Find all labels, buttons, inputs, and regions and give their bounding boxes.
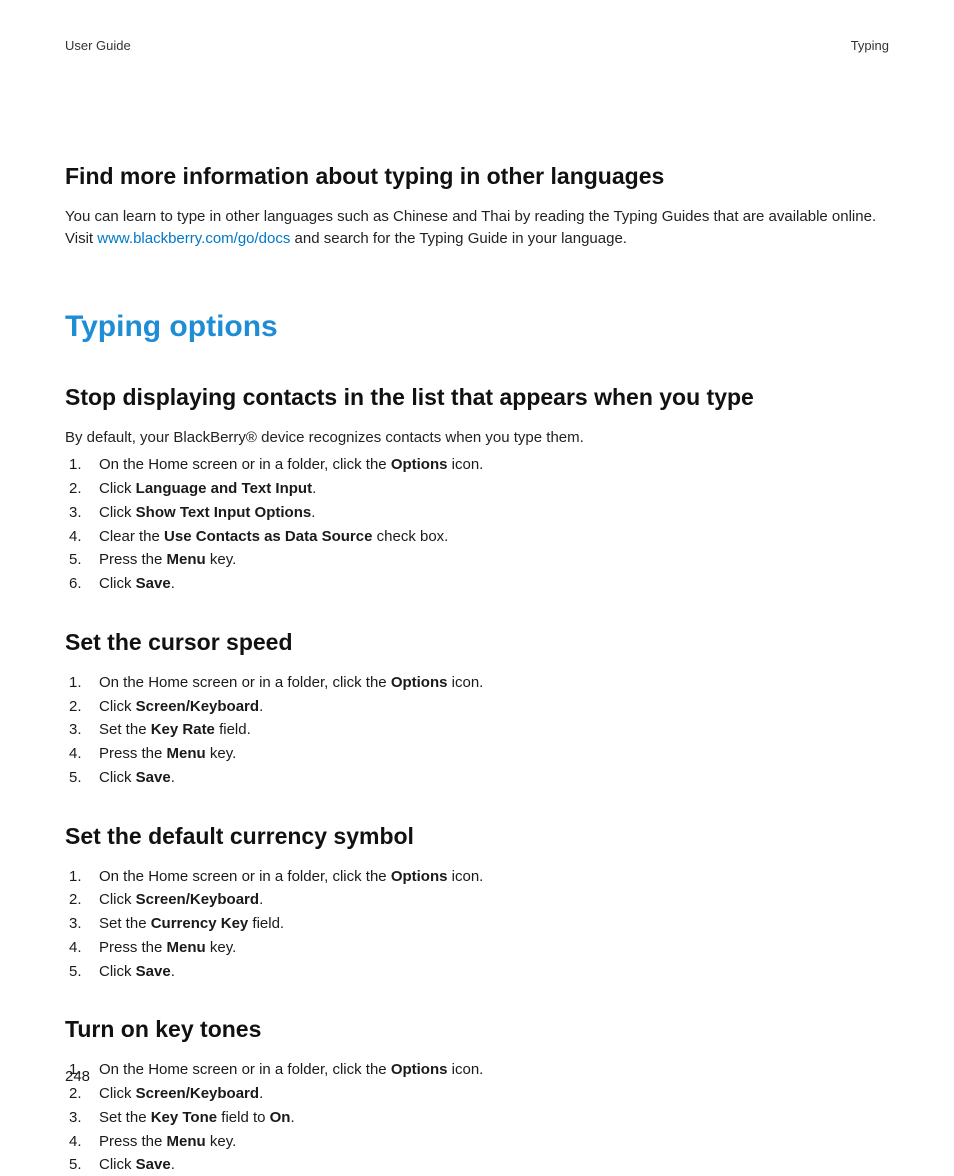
step-item: Click Save. bbox=[65, 961, 889, 983]
step-item: Set the Key Rate field. bbox=[65, 719, 889, 741]
step-item: On the Home screen or in a folder, click… bbox=[65, 454, 889, 476]
step-item: Click Save. bbox=[65, 573, 889, 595]
bold-term: Options bbox=[391, 674, 448, 691]
step-item: Click Language and Text Input. bbox=[65, 478, 889, 500]
step-item: Set the Key Tone field to On. bbox=[65, 1107, 889, 1129]
intro-text: By default, your BlackBerry® device reco… bbox=[65, 427, 889, 449]
steps-list: On the Home screen or in a folder, click… bbox=[65, 1059, 889, 1176]
page-number: 248 bbox=[65, 1068, 90, 1085]
bold-term: Options bbox=[391, 1061, 448, 1078]
bold-term: On bbox=[270, 1109, 291, 1126]
bold-term: Key Rate bbox=[151, 721, 215, 738]
step-item: Click Screen/Keyboard. bbox=[65, 1083, 889, 1105]
bold-term: Menu bbox=[167, 939, 206, 956]
steps-list: On the Home screen or in a folder, click… bbox=[65, 672, 889, 789]
step-item: Click Save. bbox=[65, 767, 889, 789]
bold-term: Save bbox=[136, 575, 171, 592]
heading-currency: Set the default currency symbol bbox=[65, 823, 889, 850]
steps-list: On the Home screen or in a folder, click… bbox=[65, 866, 889, 983]
section-key-tones: Turn on key tones On the Home screen or … bbox=[65, 1016, 889, 1176]
bold-term: Options bbox=[391, 456, 448, 473]
bold-term: Save bbox=[136, 1156, 171, 1173]
heading-key-tones: Turn on key tones bbox=[65, 1016, 889, 1043]
step-item: Press the Menu key. bbox=[65, 549, 889, 571]
step-item: On the Home screen or in a folder, click… bbox=[65, 672, 889, 694]
bold-term: Language and Text Input bbox=[136, 480, 312, 497]
step-item: On the Home screen or in a folder, click… bbox=[65, 1059, 889, 1081]
bold-term: Use Contacts as Data Source bbox=[164, 528, 372, 545]
step-item: Clear the Use Contacts as Data Source ch… bbox=[65, 526, 889, 548]
heading-stop-contacts: Stop displaying contacts in the list tha… bbox=[65, 384, 889, 411]
bold-term: Options bbox=[391, 868, 448, 885]
step-item: Click Screen/Keyboard. bbox=[65, 889, 889, 911]
header-right: Typing bbox=[851, 38, 889, 53]
step-item: Click Screen/Keyboard. bbox=[65, 696, 889, 718]
section-currency: Set the default currency symbol On the H… bbox=[65, 823, 889, 983]
heading-cursor-speed: Set the cursor speed bbox=[65, 629, 889, 656]
step-item: Set the Currency Key field. bbox=[65, 913, 889, 935]
text: and search for the Typing Guide in your … bbox=[290, 230, 627, 247]
bold-term: Screen/Keyboard bbox=[136, 1085, 259, 1102]
section-stop-contacts: Stop displaying contacts in the list tha… bbox=[65, 384, 889, 595]
docs-link[interactable]: www.blackberry.com/go/docs bbox=[97, 230, 290, 247]
section-find-more-info: Find more information about typing in ot… bbox=[65, 163, 889, 250]
bold-term: Show Text Input Options bbox=[136, 504, 312, 521]
bold-term: Menu bbox=[167, 745, 206, 762]
bold-term: Key Tone bbox=[151, 1109, 217, 1126]
bold-term: Currency Key bbox=[151, 915, 249, 932]
step-item: Click Show Text Input Options. bbox=[65, 502, 889, 524]
bold-term: Save bbox=[136, 963, 171, 980]
heading-find-more-info: Find more information about typing in ot… bbox=[65, 163, 889, 190]
steps-list: On the Home screen or in a folder, click… bbox=[65, 454, 889, 595]
bold-term: Screen/Keyboard bbox=[136, 891, 259, 908]
step-item: Click Save. bbox=[65, 1154, 889, 1176]
step-item: Press the Menu key. bbox=[65, 1131, 889, 1153]
header-left: User Guide bbox=[65, 38, 131, 53]
step-item: Press the Menu key. bbox=[65, 937, 889, 959]
step-item: On the Home screen or in a folder, click… bbox=[65, 866, 889, 888]
bold-term: Save bbox=[136, 769, 171, 786]
section-cursor-speed: Set the cursor speed On the Home screen … bbox=[65, 629, 889, 789]
bold-term: Menu bbox=[167, 1133, 206, 1150]
bold-term: Menu bbox=[167, 551, 206, 568]
page-header: User Guide Typing bbox=[65, 38, 889, 53]
paragraph: You can learn to type in other languages… bbox=[65, 206, 889, 250]
step-item: Press the Menu key. bbox=[65, 743, 889, 765]
bold-term: Screen/Keyboard bbox=[136, 698, 259, 715]
heading-typing-options: Typing options bbox=[65, 310, 889, 344]
